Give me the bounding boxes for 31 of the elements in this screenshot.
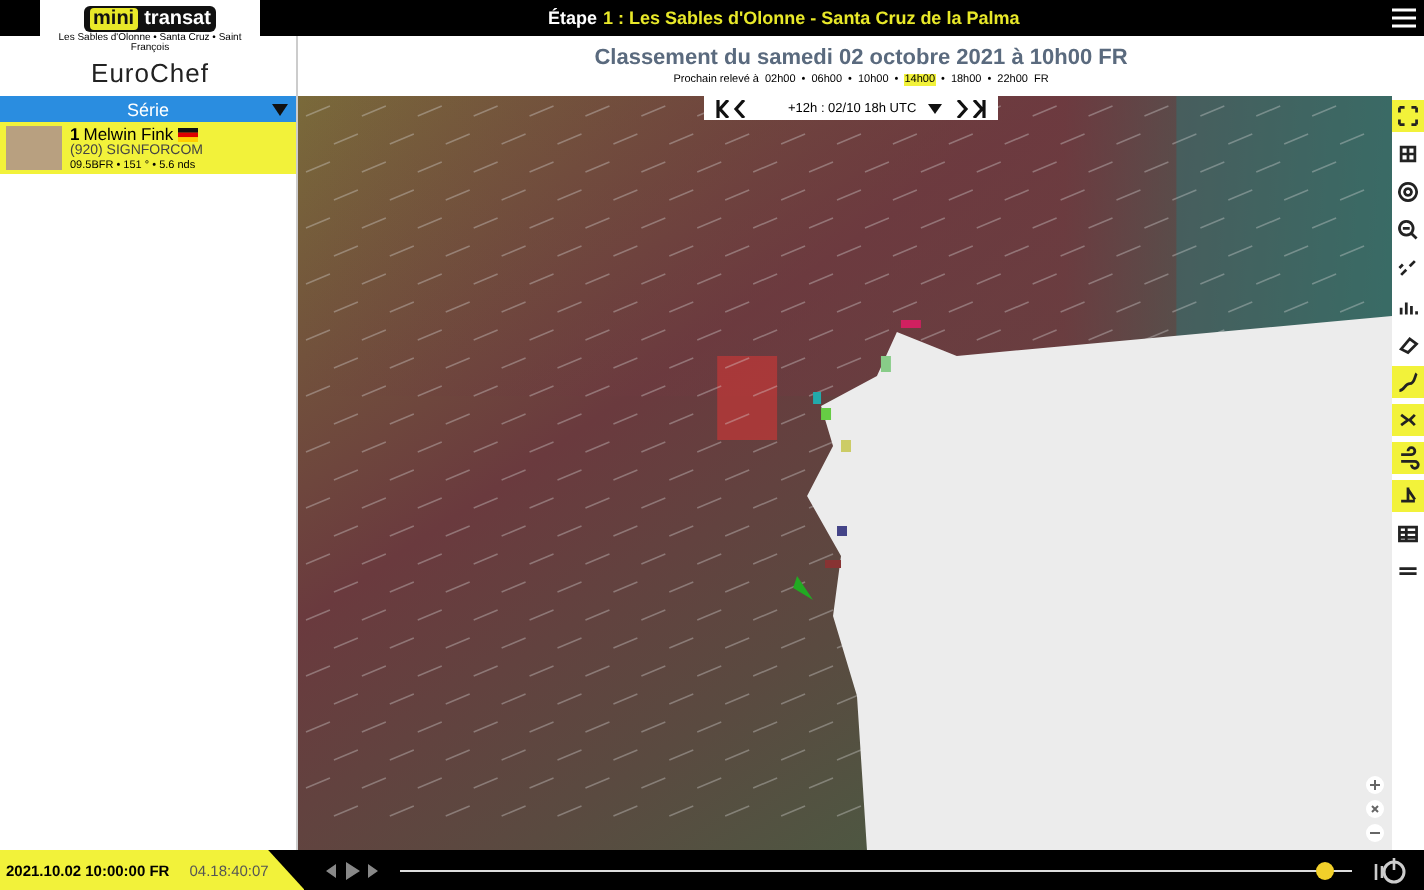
stage-label: Étape: [548, 8, 598, 28]
sails-icon: [1396, 484, 1420, 508]
last-icon[interactable]: [954, 99, 987, 117]
menu-icon[interactable]: [1392, 8, 1416, 28]
ranking-title: Classement du samedi 02 octobre 2021 à 10h00 FR: [594, 46, 1128, 70]
sails-tool[interactable]: [1392, 480, 1424, 512]
boat-rank: 1: [70, 126, 80, 144]
zoom-in-icon[interactable]: [1366, 776, 1384, 794]
fullscreen-tool[interactable]: [1392, 100, 1424, 132]
skipper-name: Melwin Fink: [83, 126, 174, 144]
series-dropdown[interactable]: Série: [0, 96, 296, 122]
photo-placeholder: [6, 126, 62, 170]
eraser-icon: [1396, 332, 1420, 356]
fullscreen-icon: [1396, 104, 1420, 128]
target-tool[interactable]: [1392, 176, 1424, 208]
route-tool[interactable]: [1392, 366, 1424, 398]
caret-icon: [272, 104, 288, 116]
first-icon[interactable]: [716, 99, 748, 117]
wind-tool[interactable]: [1392, 442, 1424, 474]
close-icon[interactable]: [1366, 800, 1384, 818]
map-icon: [1396, 142, 1420, 166]
zoom-out-icon[interactable]: [1366, 824, 1384, 842]
table-icon: [1396, 522, 1420, 546]
zoom-icon: [1396, 218, 1420, 242]
caret-icon: [928, 103, 943, 113]
playback-icon[interactable]: [324, 861, 381, 879]
wind-icon: [1396, 446, 1420, 470]
target-icon: [1396, 180, 1420, 204]
stage-title: 1 : Les Sables d'Olonne - Santa Cruz de la Palma: [603, 8, 1020, 28]
flag-icon: [177, 128, 198, 143]
route-icon: [1396, 370, 1420, 394]
